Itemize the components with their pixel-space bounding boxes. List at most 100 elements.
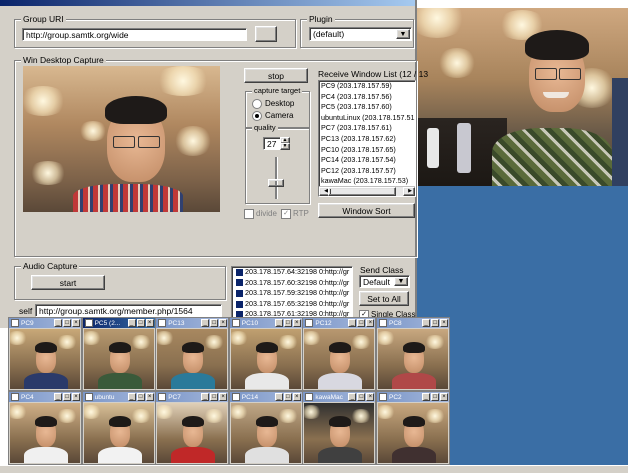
minimize-icon[interactable]: _ [274,393,283,401]
minimize-icon[interactable]: _ [274,319,283,327]
close-icon[interactable]: × [440,319,448,327]
video-thumbnail-window[interactable]: kawaMac _ □ × [302,391,377,465]
self-url-input[interactable]: http://group.samtk.org/member.php/1564 [35,304,222,317]
maximize-icon[interactable]: □ [63,319,71,327]
receive-list-item[interactable]: PC7 (203.178.157.61) [319,123,415,134]
receive-list-item[interactable]: PC5 (203.178.157.60) [319,102,415,113]
send-list-item[interactable]: 203.178.157.59:32198 0:http://gr [234,288,352,299]
minimize-icon[interactable]: _ [348,319,357,327]
maximize-icon[interactable]: □ [136,393,145,401]
close-icon[interactable]: × [219,393,228,401]
close-icon[interactable]: × [219,319,228,327]
receive-list-item[interactable]: ubuntuLinux (203.178.157.51 [319,113,415,124]
video-thumbnail-window[interactable]: PC14 _ □ × [228,391,303,465]
maximize-icon[interactable]: □ [357,393,366,401]
receive-list-items[interactable]: PC9 (203.178.157.59) PC4 (203.178.157.56)… [319,81,415,196]
divide-check-indicator[interactable] [244,209,254,219]
plugin-select[interactable]: (default) ▼ [309,27,412,41]
receive-list-item[interactable]: PC10 (203.178.157.65) [319,145,415,156]
close-icon[interactable]: × [72,393,80,401]
video-thumbnail-window[interactable]: PC12 _ □ × [302,317,377,391]
quality-spin-down[interactable]: ▼ [280,143,290,150]
group-uri-input[interactable]: http://group.samtk.org/wide [22,28,247,41]
close-icon[interactable]: × [366,393,375,401]
maximize-icon[interactable]: □ [431,393,439,401]
thumbnail-titlebar[interactable]: PC13 _ □ × [156,318,229,328]
minimize-icon[interactable]: _ [127,319,136,327]
thumbnail-titlebar[interactable]: PC4 _ □ × [9,392,81,402]
video-thumbnail-window[interactable]: ubuntu _ □ × [81,391,156,465]
video-thumbnail-window[interactable]: PC10 _ □ × [228,317,303,391]
stop-button[interactable]: stop [244,68,308,83]
close-icon[interactable]: × [145,319,154,327]
send-list-item[interactable]: 203.178.157.64:32198 0:http://gr [234,267,352,278]
divide-checkbox[interactable]: divide [244,209,277,219]
maximize-icon[interactable]: □ [136,319,145,327]
thumbnail-titlebar[interactable]: PC12 _ □ × [303,318,376,328]
chevron-down-icon[interactable]: ▼ [394,277,408,286]
thumbnail-titlebar[interactable]: PC7 _ □ × [156,392,229,402]
video-thumbnail-window[interactable]: PC8 _ □ × [376,317,450,391]
radio-camera[interactable]: Camera [252,111,293,121]
minimize-icon[interactable]: _ [348,393,357,401]
video-thumbnail-window[interactable]: PC2 _ □ × [376,391,450,465]
scroll-thumb[interactable] [328,187,396,196]
rtp-check-indicator[interactable]: ✓ [281,209,291,219]
receive-list-item[interactable]: PC14 (203.178.157.54) [319,155,415,166]
window-sort-button[interactable]: Window Sort [318,203,415,218]
quality-slider-track[interactable] [275,157,278,199]
quality-slider-thumb[interactable] [268,179,284,187]
radio-desktop[interactable]: Desktop [252,99,294,109]
receive-list-item[interactable]: PC9 (203.178.157.59) [319,81,415,92]
close-icon[interactable]: × [292,393,301,401]
video-thumbnail-window[interactable]: PC13 _ □ × [155,317,230,391]
close-icon[interactable]: × [366,319,375,327]
maximize-icon[interactable]: □ [210,393,219,401]
send-list-items[interactable]: 203.178.157.64:32198 0:http://gr 203.178.… [232,267,352,319]
audio-start-button[interactable]: start [31,275,105,290]
receive-list-scrollbar[interactable]: ◀ ▶ [319,186,415,196]
minimize-icon[interactable]: _ [127,393,136,401]
maximize-icon[interactable]: □ [63,393,71,401]
maximize-icon[interactable]: □ [210,319,219,327]
close-icon[interactable]: × [145,393,154,401]
receive-window-list[interactable]: PC9 (203.178.157.59) PC4 (203.178.157.56)… [318,80,416,197]
maximize-icon[interactable]: □ [357,319,366,327]
thumbnail-titlebar[interactable]: kawaMac _ □ × [303,392,376,402]
rtp-checkbox[interactable]: ✓ RTP [281,209,309,219]
minimize-icon[interactable]: _ [422,319,430,327]
thumbnail-titlebar[interactable]: PC9 _ □ × [9,318,81,328]
minimize-icon[interactable]: _ [201,393,210,401]
maximize-icon[interactable]: □ [283,393,292,401]
scroll-right-icon[interactable]: ▶ [403,187,415,196]
maximize-icon[interactable]: □ [431,319,439,327]
minimize-icon[interactable]: _ [422,393,430,401]
thumbnail-titlebar[interactable]: PC5 (2... _ □ × [82,318,155,328]
minimize-icon[interactable]: _ [54,393,62,401]
thumbnail-titlebar[interactable]: PC10 _ □ × [229,318,302,328]
radio-camera-indicator[interactable] [252,111,262,121]
video-thumbnail-window[interactable]: PC7 _ □ × [155,391,230,465]
receive-list-item[interactable]: PC4 (203.178.157.56) [319,92,415,103]
maximize-icon[interactable]: □ [283,319,292,327]
minimize-icon[interactable]: _ [54,319,62,327]
send-class-select[interactable]: Default ▼ [359,275,410,288]
send-list[interactable]: 203.178.157.64:32198 0:http://gr 203.178.… [231,266,353,320]
receive-list-item[interactable]: PC13 (203.178.157.62) [319,134,415,145]
receive-list-item[interactable]: PC12 (203.178.157.57) [319,166,415,177]
radio-desktop-indicator[interactable] [252,99,262,109]
send-list-item[interactable]: 203.178.157.65:32198 0:http://gr [234,299,352,310]
thumbnail-titlebar[interactable]: PC8 _ □ × [377,318,449,328]
close-icon[interactable]: × [440,393,448,401]
minimize-icon[interactable]: _ [201,319,210,327]
set-to-all-button[interactable]: Set to All [359,291,409,306]
thumbnail-titlebar[interactable]: ubuntu _ □ × [82,392,155,402]
close-icon[interactable]: × [72,319,80,327]
close-icon[interactable]: × [292,319,301,327]
video-thumbnail-window[interactable]: PC4 _ □ × [8,391,82,465]
thumbnail-titlebar[interactable]: PC14 _ □ × [229,392,302,402]
thumbnail-titlebar[interactable]: PC2 _ □ × [377,392,449,402]
group-uri-browse-button[interactable] [255,26,277,42]
send-list-item[interactable]: 203.178.157.60:32198 0:http://gr [234,278,352,289]
video-thumbnail-window[interactable]: PC5 (2... _ □ × [81,317,156,391]
